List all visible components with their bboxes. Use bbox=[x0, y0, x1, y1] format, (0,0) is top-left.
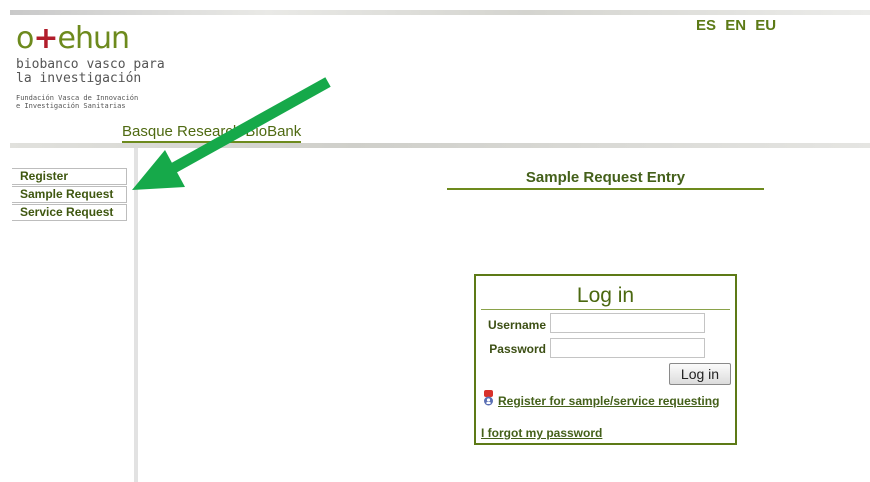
logo-foundation-line-2: e Investigación Sanitarias bbox=[16, 102, 126, 110]
sidebar-item-service-request[interactable]: Service Request bbox=[12, 204, 127, 221]
forgot-password-link[interactable]: I forgot my password bbox=[481, 426, 602, 440]
login-title: Log in bbox=[481, 284, 730, 310]
password-input[interactable] bbox=[550, 338, 705, 358]
brand-name: Basque Research BioBank bbox=[122, 123, 302, 143]
logo[interactable]: o+ehun bbox=[16, 21, 130, 56]
username-input[interactable] bbox=[550, 313, 705, 333]
language-switcher: ES EN EU bbox=[696, 17, 781, 34]
username-label: Username bbox=[487, 318, 546, 332]
user-register-icon bbox=[484, 390, 493, 406]
sidebar-item-sample-request[interactable]: Sample Request bbox=[12, 186, 127, 203]
site-header: o+ehun biobanco vasco para la investigac… bbox=[10, 15, 870, 143]
password-label: Password bbox=[489, 342, 546, 356]
login-panel: Log in Username Password Log in Register… bbox=[474, 274, 737, 445]
header-divider bbox=[10, 143, 870, 148]
logo-text-left: o bbox=[16, 21, 34, 56]
logo-subtitle-line-1: biobanco vasco para bbox=[16, 57, 165, 72]
lang-es[interactable]: ES bbox=[696, 17, 716, 34]
sidebar-nav: Register Sample Request Service Request bbox=[12, 168, 127, 222]
logo-plus: + bbox=[33, 21, 58, 56]
lang-eu[interactable]: EU bbox=[755, 17, 776, 34]
logo-subtitle: biobanco vasco para la investigación bbox=[16, 58, 216, 86]
logo-foundation-line-1: Fundación Vasca de Innovación bbox=[16, 94, 139, 102]
logo-foundation-text: Fundación Vasca de Innovación e Investig… bbox=[16, 94, 196, 110]
register-link[interactable]: Register for sample/service requesting bbox=[498, 394, 719, 408]
sidebar-item-register[interactable]: Register bbox=[12, 168, 127, 185]
login-button[interactable]: Log in bbox=[669, 363, 731, 385]
logo-subtitle-line-2: la investigación bbox=[16, 71, 142, 86]
logo-text-right: ehun bbox=[57, 21, 130, 56]
page-title: Sample Request Entry bbox=[447, 169, 764, 190]
lang-en[interactable]: EN bbox=[725, 17, 746, 34]
